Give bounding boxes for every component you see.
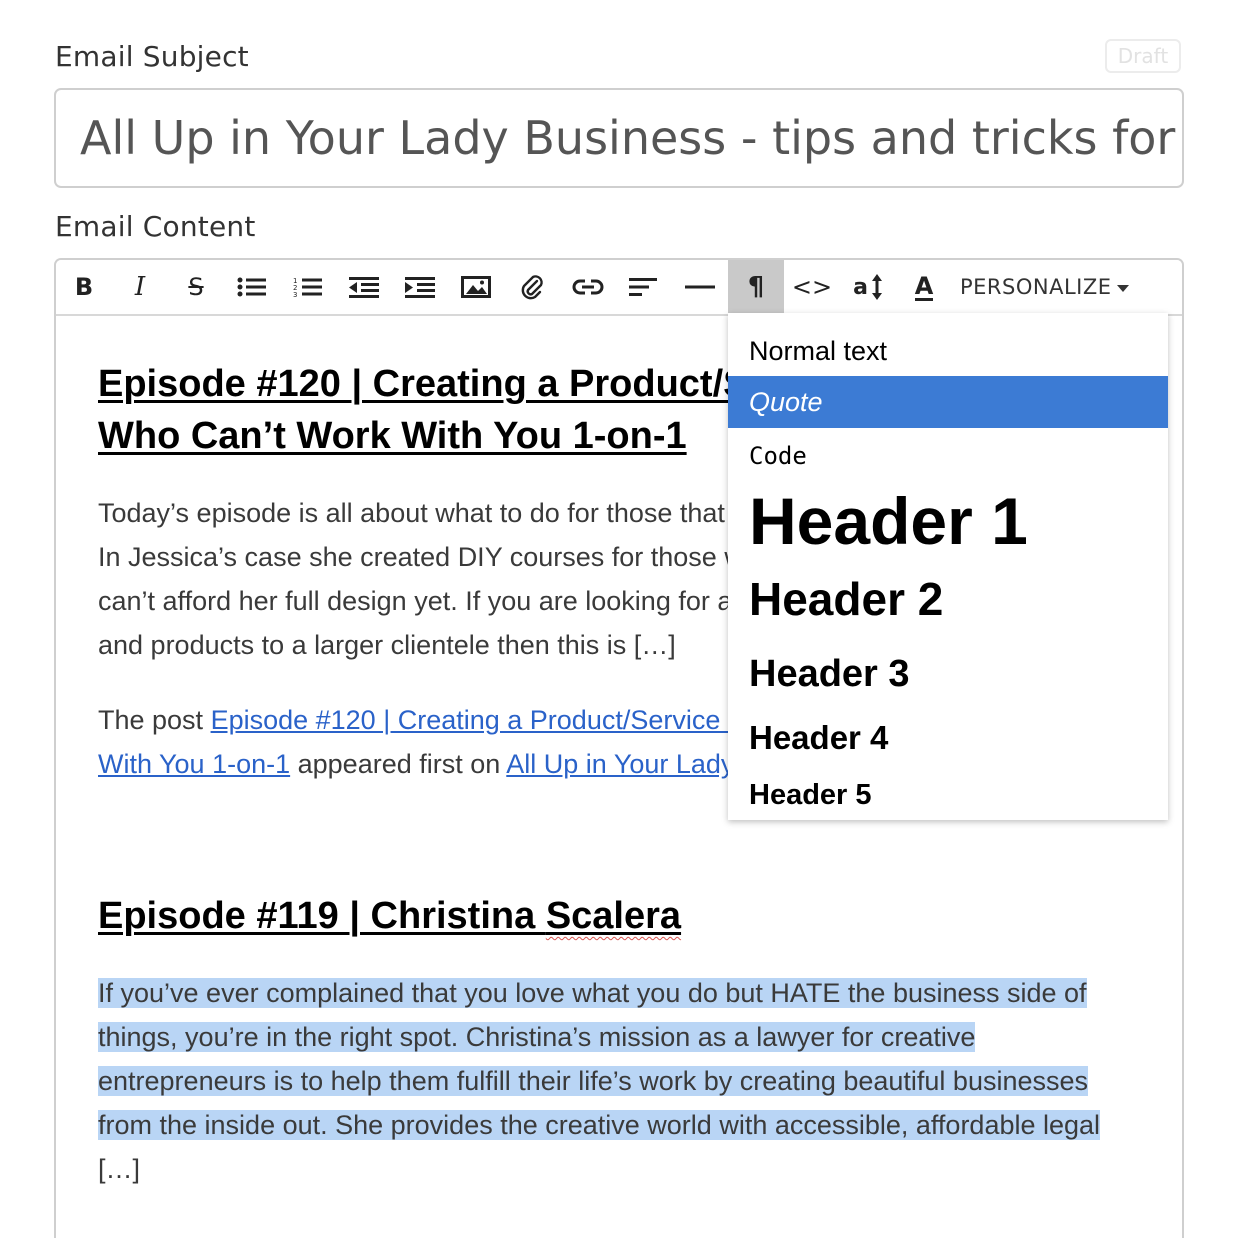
format-option-code[interactable]: Code <box>728 431 1168 481</box>
editor-toolbar: B I S 123 ¶ <> a A PERSONALIZE <box>56 260 1182 316</box>
code-view-icon[interactable]: <> <box>784 260 840 314</box>
bold-button[interactable]: B <box>56 260 112 314</box>
selected-text: If you’ve ever complained that you love … <box>98 978 1087 1008</box>
article-2-body-line: things, you’re in the right spot. Christ… <box>98 1015 1148 1059</box>
selected-text: from the inside out. She provides the cr… <box>98 1110 1101 1140</box>
format-option-header-5[interactable]: Header 5 <box>728 771 1168 819</box>
article-2-title: Episode #119 | Christina Scalera <box>98 890 1098 942</box>
caret-down-icon <box>1116 284 1129 292</box>
format-option-header-4[interactable]: Header 4 <box>728 712 1168 764</box>
format-option-header-3[interactable]: Header 3 <box>728 646 1168 702</box>
selected-text: entrepreneurs is to help them fulfill th… <box>98 1066 1089 1096</box>
personalize-label: PERSONALIZE <box>960 275 1112 299</box>
post-middle: appeared first on <box>290 749 507 779</box>
email-subject-input[interactable]: All Up in Your Lady Business - tips and … <box>54 88 1184 188</box>
article-2-title-misspelled: Scalera <box>545 895 682 937</box>
align-icon[interactable] <box>616 260 672 314</box>
email-subject-label: Email Subject <box>55 40 249 73</box>
email-content-label: Email Content <box>55 210 256 243</box>
paragraph-format-dropdown: Normal text Quote Code Header 1 Header 2… <box>728 313 1168 820</box>
format-option-header-2[interactable]: Header 2 <box>728 568 1168 630</box>
numbered-list-icon[interactable]: 123 <box>280 260 336 314</box>
horizontal-rule-icon[interactable] <box>672 260 728 314</box>
selected-text: things, you’re in the right spot. Christ… <box>98 1022 976 1052</box>
image-icon[interactable] <box>448 260 504 314</box>
text-color-glyph: A <box>914 271 934 301</box>
article-2-body-line: If you’ve ever complained that you love … <box>98 971 1148 1015</box>
format-option-quote[interactable]: Quote <box>728 376 1168 428</box>
indent-icon[interactable] <box>392 260 448 314</box>
svg-text:3: 3 <box>293 291 297 298</box>
text-color-icon[interactable]: A <box>896 260 952 314</box>
strikethrough-button[interactable]: S <box>168 260 224 314</box>
format-option-normal[interactable]: Normal text <box>728 327 1168 375</box>
bulleted-list-icon[interactable] <box>224 260 280 314</box>
outdent-icon[interactable] <box>336 260 392 314</box>
paragraph-format-icon[interactable]: ¶ <box>728 260 784 314</box>
italic-button[interactable]: I <box>112 260 168 314</box>
post-prefix: The post <box>98 705 211 735</box>
link-icon[interactable] <box>560 260 616 314</box>
format-option-header-1[interactable]: Header 1 <box>728 481 1168 561</box>
article-2-body: If you’ve ever complained that you love … <box>98 971 1148 1191</box>
article-2-body-line: from the inside out. She provides the cr… <box>98 1103 1148 1147</box>
article-1-title-line2: Who Can’t Work With You 1-on-1 <box>98 415 687 457</box>
font-size-glyph: a <box>853 274 868 300</box>
article-2-title-prefix: Episode #119 | Christina <box>98 895 546 937</box>
article-2-ellipsis: […] <box>98 1154 141 1184</box>
personalize-dropdown[interactable]: PERSONALIZE <box>960 260 1129 314</box>
article-2-body-line: entrepreneurs is to help them fulfill th… <box>98 1059 1148 1103</box>
post-title-link-cont[interactable]: With You 1-on-1 <box>98 749 290 779</box>
font-size-icon[interactable]: a <box>840 260 896 314</box>
draft-badge: Draft <box>1105 39 1181 73</box>
attachment-icon[interactable] <box>504 260 560 314</box>
